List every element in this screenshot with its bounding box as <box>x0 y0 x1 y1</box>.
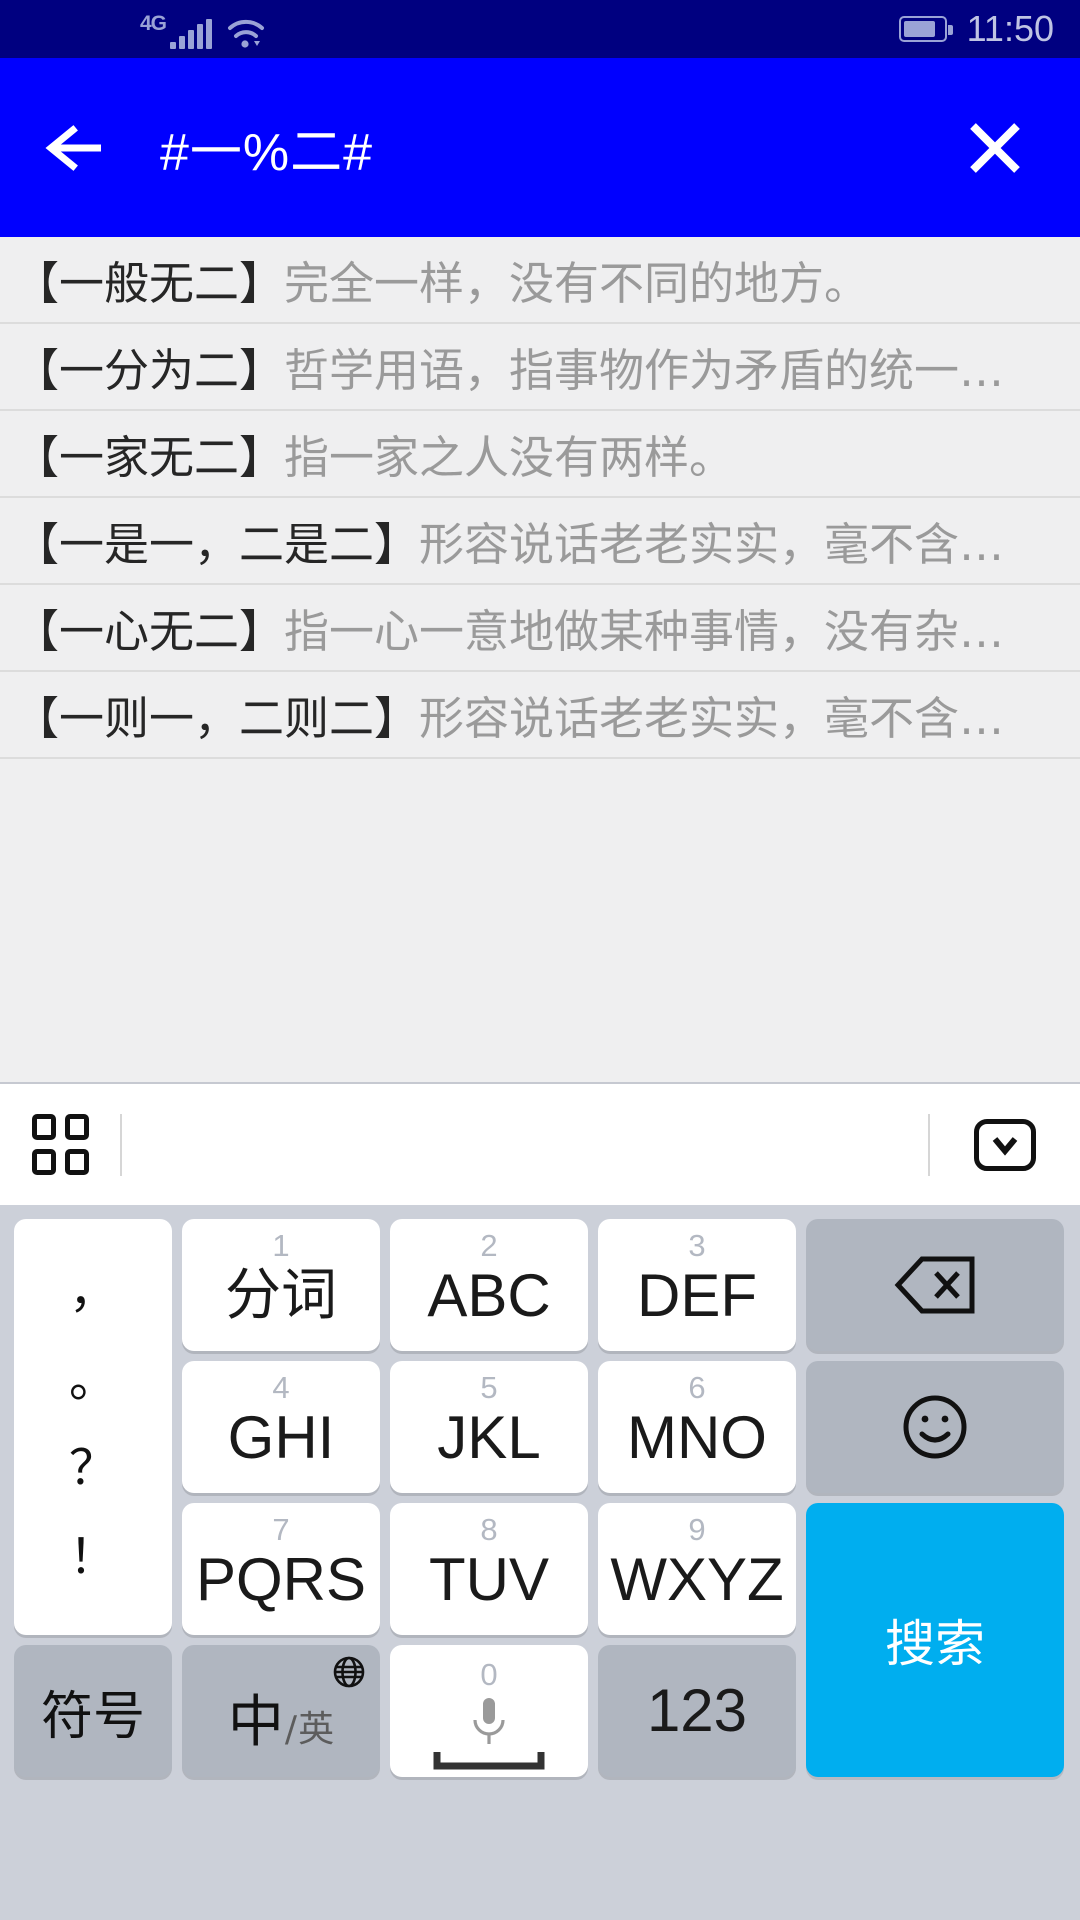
signal-bars-icon <box>170 19 213 49</box>
idiom-term: 【一则一，二则二】 <box>14 692 420 745</box>
idiom-definition: 完全一样，没有不同的地方。 <box>284 257 870 310</box>
punct-exclaim: ！ <box>68 1528 117 1585</box>
key-label: GHI <box>227 1404 335 1471</box>
network-type-label: 4G <box>140 12 167 35</box>
key-label: PQRS <box>195 1546 367 1613</box>
keyboard-toolbar <box>0 1082 1080 1205</box>
chevron-down-icon <box>974 1118 1036 1171</box>
space-bar-icon <box>433 1752 545 1770</box>
lang-secondary: 英 <box>298 1708 335 1750</box>
key-number: 7 <box>272 1512 290 1547</box>
status-bar-right: 11:50 <box>898 8 1080 50</box>
idiom-term: 【一家无二】 <box>14 431 285 484</box>
space-key[interactable]: 0 <box>390 1645 588 1777</box>
key-label: 分词 <box>225 1263 337 1328</box>
arrow-left-icon <box>45 124 101 171</box>
punct-period: 。 <box>68 1351 117 1408</box>
idiom-definition: 指一家之人没有两样。 <box>284 431 735 484</box>
symbols-key[interactable]: 符号 <box>14 1645 172 1777</box>
t9-keyboard: ， 。 ？ ！ 1 分词 2 ABC 3 DEF 4 GHI 5 JKL 6 M… <box>0 1205 1080 1920</box>
signal-group: 4G <box>140 9 266 49</box>
list-item[interactable]: 【一般无二】 完全一样，没有不同的地方。 <box>0 237 1080 324</box>
wifi-icon <box>228 19 265 48</box>
idiom-definition: 形容说话老老实实，毫不含… <box>419 692 1005 745</box>
smiley-icon <box>903 1395 967 1459</box>
empty-list-space <box>0 759 1080 1069</box>
page-title: #一%二# <box>160 124 374 182</box>
close-x-icon <box>970 122 1020 173</box>
idiom-definition: 哲学用语，指事物作为矛盾的统一… <box>284 344 1005 397</box>
key-label: JKL <box>437 1404 541 1471</box>
punctuation-key[interactable]: ， 。 ？ ！ <box>14 1219 172 1635</box>
list-item[interactable]: 【一分为二】 哲学用语，指事物作为矛盾的统一… <box>0 324 1080 411</box>
lang-slash: / <box>284 1708 298 1750</box>
app-navigation-bar: #一%二# <box>0 58 1080 237</box>
key-number: 2 <box>480 1228 498 1263</box>
list-item[interactable]: 【一心无二】 指一心一意地做某种事情，没有杂… <box>0 585 1080 672</box>
key-number: 6 <box>688 1370 706 1405</box>
key-3-def[interactable]: 3 DEF <box>598 1219 796 1351</box>
idiom-term: 【一分为二】 <box>14 344 285 397</box>
key-label: MNO <box>627 1404 767 1471</box>
punct-question: ？ <box>68 1440 117 1497</box>
backspace-key[interactable] <box>806 1219 1064 1351</box>
key-label: TUV <box>429 1546 549 1613</box>
key-label: ABC <box>427 1262 551 1329</box>
key-label: WXYZ <box>610 1546 784 1613</box>
list-item[interactable]: 【一则一，二则二】 形容说话老老实实，毫不含… <box>0 672 1080 759</box>
phone-screen: 4G 11:50 #一%二# 【一般无二】 完全一样，没有不同的地方。 【一分为… <box>0 0 1080 1920</box>
space-key-inner: 0 <box>390 1645 588 1777</box>
key-1-fenci[interactable]: 1 分词 <box>182 1219 380 1351</box>
microphone-icon <box>473 1698 505 1744</box>
close-button[interactable] <box>910 58 1080 237</box>
key-5-jkl[interactable]: 5 JKL <box>390 1361 588 1493</box>
status-bar-clock: 11:50 <box>966 8 1054 49</box>
search-key-label: 搜索 <box>885 1615 985 1673</box>
emoji-key[interactable] <box>806 1361 1064 1493</box>
toolbar-divider-left <box>120 1113 122 1176</box>
search-key[interactable]: 搜索 <box>806 1503 1064 1777</box>
battery-icon <box>898 16 953 42</box>
key-number: 8 <box>480 1512 498 1547</box>
back-button[interactable] <box>0 58 150 237</box>
key-2-abc[interactable]: 2 ABC <box>390 1219 588 1351</box>
status-bar: 4G 11:50 <box>0 0 1080 58</box>
idiom-term: 【一般无二】 <box>14 257 285 310</box>
idiom-term: 【一心无二】 <box>14 605 285 658</box>
lang-primary: 中 <box>227 1689 284 1755</box>
numeric-key[interactable]: 123 <box>598 1645 796 1777</box>
punct-comma: ， <box>68 1263 117 1320</box>
globe-icon <box>333 1656 365 1688</box>
search-results-list[interactable]: 【一般无二】 完全一样，没有不同的地方。 【一分为二】 哲学用语，指事物作为矛盾… <box>0 237 1080 1082</box>
backspace-icon <box>894 1256 975 1314</box>
keyboard-menu-button[interactable] <box>0 1084 120 1205</box>
symbols-key-label: 符号 <box>40 1686 145 1747</box>
key-number: 5 <box>480 1370 498 1405</box>
idiom-term: 【一是一，二是二】 <box>14 518 420 571</box>
language-switch-key[interactable]: 中 / 英 <box>182 1645 380 1777</box>
language-key-label: 中 / 英 <box>228 1677 334 1758</box>
key-7-pqrs[interactable]: 7 PQRS <box>182 1503 380 1635</box>
key-number: 0 <box>480 1657 498 1692</box>
grid-squares-icon <box>31 1114 89 1175</box>
key-number: 1 <box>272 1228 290 1263</box>
key-4-ghi[interactable]: 4 GHI <box>182 1361 380 1493</box>
key-number: 4 <box>272 1370 290 1405</box>
key-number: 9 <box>688 1512 706 1547</box>
key-8-tuv[interactable]: 8 TUV <box>390 1503 588 1635</box>
key-label: DEF <box>637 1262 757 1329</box>
idiom-definition: 形容说话老老实实，毫不含… <box>419 518 1005 571</box>
hide-keyboard-button[interactable] <box>930 1084 1080 1205</box>
list-item[interactable]: 【一家无二】 指一家之人没有两样。 <box>0 411 1080 498</box>
numeric-key-label: 123 <box>646 1677 748 1744</box>
key-6-mno[interactable]: 6 MNO <box>598 1361 796 1493</box>
list-item[interactable]: 【一是一，二是二】 形容说话老老实实，毫不含… <box>0 498 1080 585</box>
idiom-definition: 指一心一意地做某种事情，没有杂… <box>284 605 1005 658</box>
key-number: 3 <box>688 1228 706 1263</box>
key-9-wxyz[interactable]: 9 WXYZ <box>598 1503 796 1635</box>
